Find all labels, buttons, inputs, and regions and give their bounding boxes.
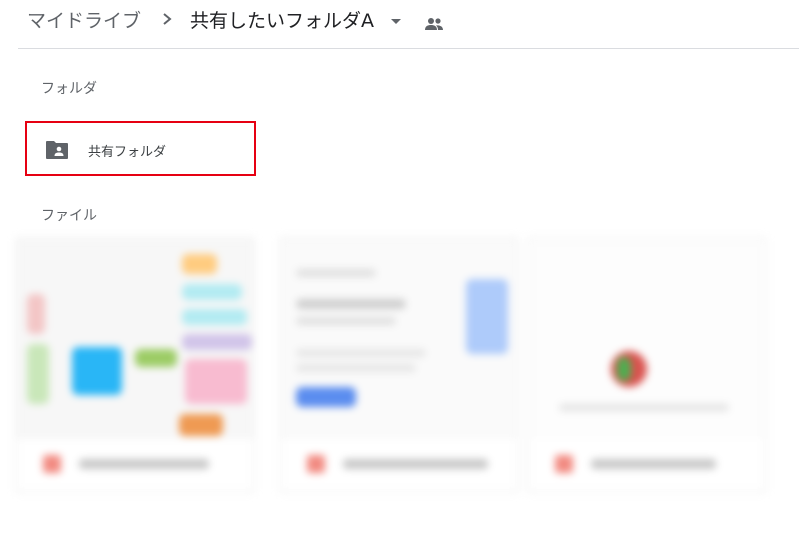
drive-header: マイドライブ 共有したいフォルダA (0, 0, 799, 48)
header-divider (18, 48, 799, 49)
folder-name: 共有フォルダ (88, 145, 167, 160)
file-thumbnail (529, 239, 765, 439)
shared-folder-icon (46, 141, 68, 159)
file-card[interactable] (528, 238, 766, 492)
file-grid (16, 238, 786, 498)
folders-section-label: フォルダ (41, 81, 97, 97)
pdf-file-icon (307, 455, 325, 473)
pdf-file-icon (43, 455, 61, 473)
people-icon[interactable] (424, 14, 444, 34)
breadcrumb-my-drive[interactable]: マイドライブ (27, 8, 141, 34)
folder-tile-shared[interactable]: 共有フォルダ (25, 121, 256, 176)
pdf-file-icon (555, 455, 573, 473)
breadcrumb-current-folder[interactable]: 共有したいフォルダA (190, 8, 374, 34)
file-thumbnail (281, 239, 517, 439)
file-card[interactable] (280, 238, 518, 492)
caret-down-icon[interactable] (391, 19, 401, 24)
file-card[interactable] (16, 238, 254, 492)
file-name-placeholder (591, 459, 716, 469)
file-name-placeholder (79, 459, 209, 469)
file-name-placeholder (343, 459, 488, 469)
file-thumbnail (17, 239, 253, 439)
files-section-label: ファイル (41, 208, 97, 224)
chevron-right-icon (163, 13, 172, 25)
